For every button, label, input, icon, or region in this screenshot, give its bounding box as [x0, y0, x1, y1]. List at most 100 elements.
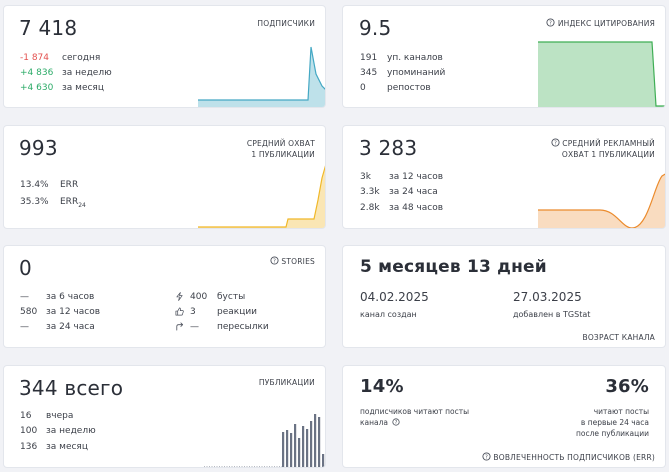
channel-age-card[interactable]: 5 месяцев 13 дней 04.02.2025 канал созда… — [342, 245, 666, 348]
help-circle-icon[interactable]: ? — [482, 452, 491, 461]
reach-err-label: ERR — [60, 180, 79, 190]
citation-sparkline-area — [538, 42, 665, 107]
engagement-left-line2: канала — [360, 418, 389, 427]
publications-month-value: 136 — [20, 442, 38, 452]
citation-title-wrap: ? ИНДЕКС ЦИТИРОВАНИЯ — [546, 18, 655, 29]
reach-card[interactable]: 993 СРЕДНИЙ ОХВАТ 1 ПУБЛИКАЦИИ 13.4% ERR… — [3, 125, 326, 229]
stories-6h-row: — за 6 часов — [20, 292, 94, 302]
publications-yesterday-label: вчера — [46, 411, 74, 421]
citation-sparkline — [538, 41, 665, 107]
stories-forwards-value: — — [190, 322, 199, 332]
stories-boosts-label: бусты — [217, 292, 246, 302]
stories-card[interactable]: 0 ? STORIES — за 6 часов 580 за 12 часов… — [3, 245, 326, 348]
stories-boosts-row: 400 бусты — [175, 292, 245, 303]
subscribers-count: 7 418 — [19, 16, 78, 40]
subscribers-week-row: +4 836 за неделю — [20, 68, 112, 78]
channel-age-footer: ВОЗРАСТ КАНАЛА — [582, 333, 655, 342]
help-circle-icon[interactable]: ? — [392, 418, 401, 426]
engagement-card[interactable]: 14% подписчиков читают посты канала ? 36… — [342, 365, 666, 468]
publications-bar — [302, 426, 305, 467]
publications-bar — [282, 432, 285, 467]
svg-text:?: ? — [549, 21, 552, 27]
reach-err24-label-wrap: ERR24 — [60, 197, 86, 209]
engagement-left-value: 14% — [360, 376, 404, 397]
publications-month-label: за месяц — [46, 442, 88, 452]
publications-yesterday-row: 16 вчера — [20, 411, 73, 421]
citation-reposts-label: репостов — [387, 83, 431, 93]
subscribers-sparkline-area — [198, 47, 325, 107]
stories-forwards-row: — пересылки — [175, 322, 269, 333]
publications-bar — [322, 454, 325, 467]
publications-week-value: 100 — [20, 426, 38, 436]
stories-6h-label: за 6 часов — [46, 292, 95, 302]
ad-reach-card[interactable]: 3 283 ? СРЕДНИЙ РЕКЛАМНЫЙ ОХВАТ 1 ПУБЛИК… — [342, 125, 666, 229]
publications-bar — [290, 433, 293, 467]
ad-reach-24h-row: 3.3k за 24 часа — [360, 187, 438, 197]
lightning-icon — [176, 292, 183, 301]
engagement-right-line2: в первые 24 часа — [580, 418, 649, 427]
citation-mentions-label: упоминаний — [387, 68, 446, 78]
publications-total: 344 всего — [19, 376, 123, 400]
subscribers-card[interactable]: 7 418 ПОДПИСЧИКИ -1 874 сегодня +4 836 з… — [3, 5, 326, 108]
svg-text:?: ? — [273, 259, 276, 265]
ad-reach-24h-value: 3.3k — [360, 187, 380, 197]
stories-24h-row: — за 24 часа — [20, 322, 95, 332]
publications-bar — [314, 414, 317, 467]
citation-channels-value: 191 — [360, 53, 378, 63]
reach-title: СРЕДНИЙ ОХВАТ 1 ПУБЛИКАЦИИ — [247, 138, 315, 160]
stories-forwards-label: пересылки — [217, 322, 269, 332]
publications-bar — [298, 438, 301, 467]
subscribers-sparkline-line — [198, 46, 325, 101]
ad-reach-48h-value: 2.8k — [360, 203, 380, 213]
publications-title: ПУБЛИКАЦИИ — [258, 378, 315, 387]
stories-24h-value: — — [20, 322, 29, 332]
engagement-footer: ВОВЛЕЧЕННОСТЬ ПОДПИСЧИКОВ (ERR) — [493, 453, 655, 462]
citation-reposts-value: 0 — [360, 83, 366, 93]
citation-card[interactable]: 9.5 ? ИНДЕКС ЦИТИРОВАНИЯ 191 уп. каналов… — [342, 5, 666, 108]
engagement-left-text: подписчиков читают посты канала ? — [360, 406, 469, 428]
reach-title-line1: СРЕДНИЙ ОХВАТ — [246, 139, 315, 148]
ad-reach-12h-value: 3k — [360, 172, 371, 182]
reach-err24-label: ERR — [60, 197, 79, 207]
ad-reach-12h-label: за 12 часов — [389, 172, 444, 182]
created-date: 04.02.2025 — [360, 290, 429, 304]
subscribers-month-row: +4 630 за месяц — [20, 83, 104, 93]
subscribers-today-value: -1 874 — [20, 53, 50, 63]
svg-text:?: ? — [485, 455, 488, 461]
subscribers-week-label: за неделю — [62, 68, 112, 78]
added-date: 27.03.2025 — [513, 290, 582, 304]
stories-reactions-label: реакции — [217, 307, 258, 317]
reach-value: 993 — [19, 136, 58, 160]
help-circle-icon[interactable]: ? — [546, 18, 555, 27]
help-circle-icon[interactable]: ? — [270, 256, 279, 265]
ad-reach-sparkline-area — [538, 174, 665, 228]
ad-reach-title-line1: СРЕДНИЙ РЕКЛАМНЫЙ — [562, 139, 655, 148]
citation-mentions-value: 345 — [360, 68, 378, 78]
reach-sparkline-line — [198, 165, 325, 228]
ad-reach-12h-row: 3k за 12 часов — [360, 172, 443, 182]
publications-bar — [294, 424, 297, 467]
engagement-left-line1: подписчиков читают посты — [360, 407, 470, 416]
stories-24h-label: за 24 часа — [46, 322, 95, 332]
stories-12h-value: 580 — [20, 307, 38, 317]
reach-sparkline — [198, 165, 325, 228]
channel-age-value: 5 месяцев 13 дней — [360, 257, 547, 277]
engagement-left-line2-wrap: канала ? — [360, 417, 469, 428]
publications-yesterday-value: 16 — [20, 411, 32, 421]
citation-channels-label: уп. каналов — [387, 53, 443, 63]
subscribers-today-row: -1 874 сегодня — [20, 53, 100, 63]
citation-value: 9.5 — [359, 16, 392, 40]
stories-reactions-row: 3 реакции — [175, 307, 257, 318]
reach-err24-sub: 24 — [78, 201, 86, 209]
stories-value: 0 — [19, 256, 32, 280]
engagement-right-line1: читают посты — [593, 407, 649, 416]
publications-week-row: 100 за неделю — [20, 426, 96, 436]
publications-card[interactable]: 344 всего ПУБЛИКАЦИИ 16 вчера 100 за нед… — [3, 365, 326, 468]
thumbs-up-icon — [175, 307, 184, 316]
engagement-right-value: 36% — [605, 376, 649, 397]
publications-total-value: 344 — [19, 376, 58, 400]
reach-title-line2: 1 ПУБЛИКАЦИИ — [251, 150, 315, 159]
help-circle-icon[interactable]: ? — [551, 138, 560, 147]
publications-bar-chart — [204, 414, 325, 467]
engagement-right-line3: после публикации — [575, 429, 649, 438]
